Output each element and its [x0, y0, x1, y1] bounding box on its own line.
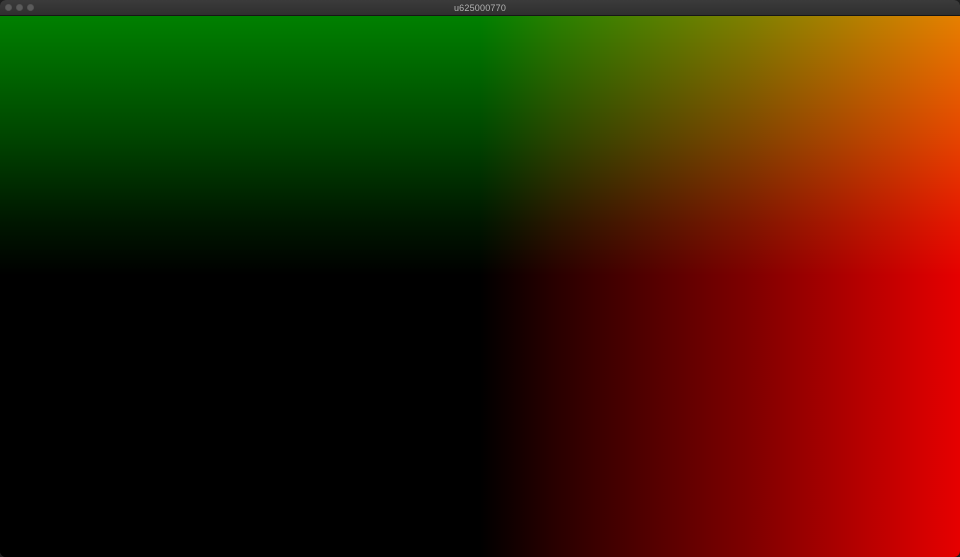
app-window: u625000770 — [0, 0, 960, 557]
window-title: u625000770 — [453, 3, 507, 13]
gradient-canvas[interactable] — [0, 16, 960, 557]
title-bar[interactable]: u625000770 — [0, 0, 960, 16]
